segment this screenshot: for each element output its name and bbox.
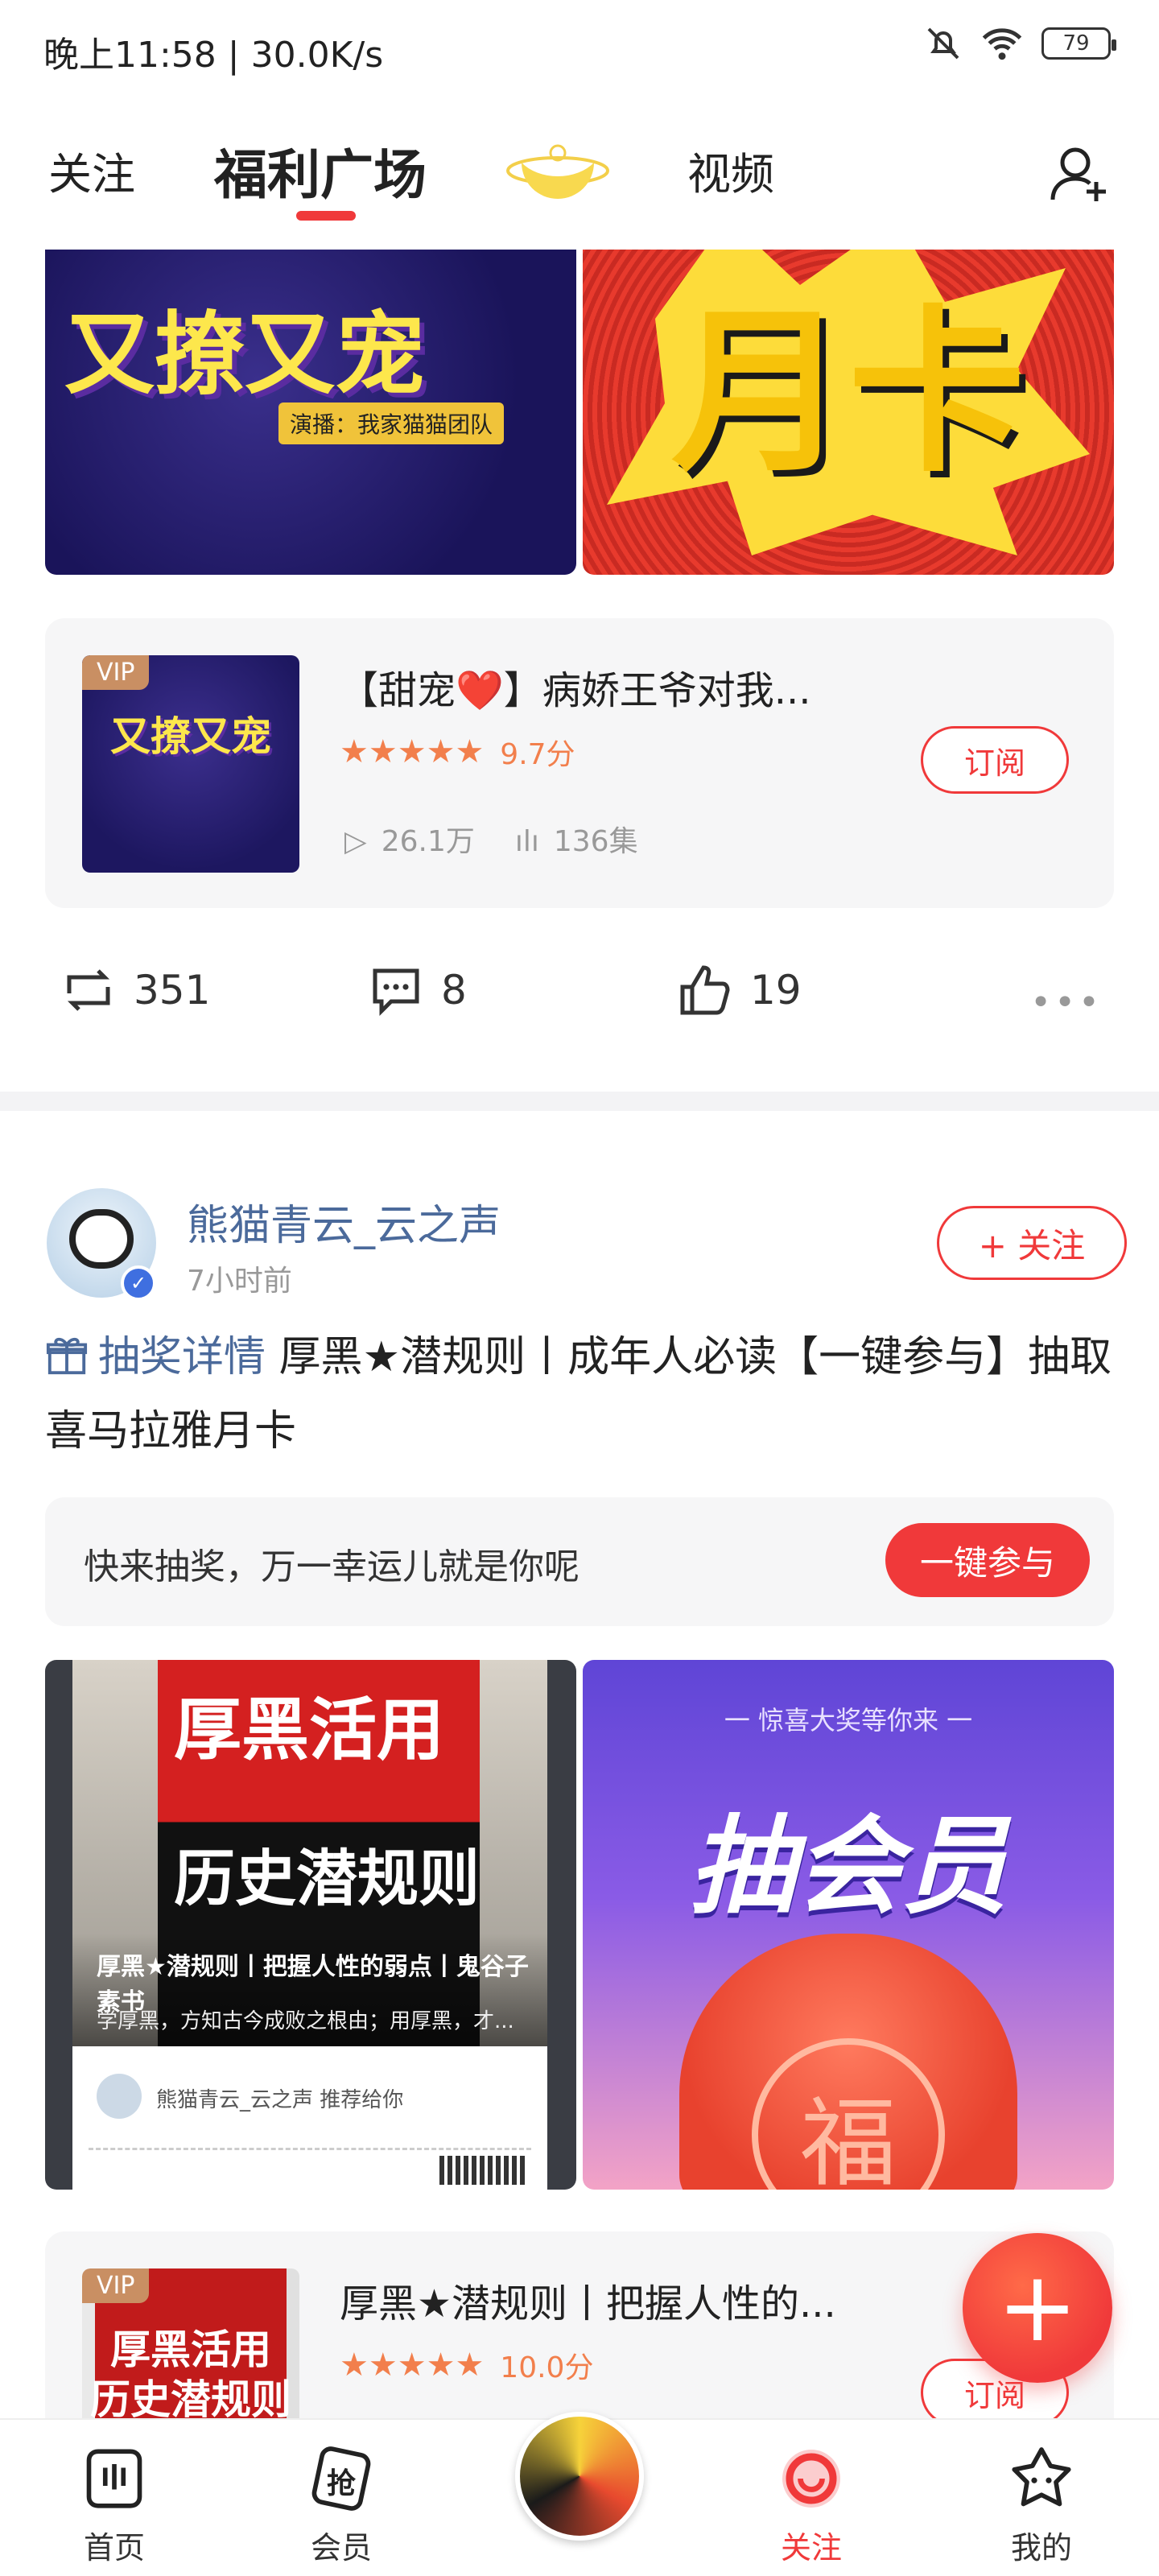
- play-icon: ▷: [344, 825, 367, 858]
- subscribe-button[interactable]: 订阅: [921, 726, 1069, 794]
- rating-stars: ★★★★★ 9.7分: [340, 731, 575, 773]
- post-text: 抽奖详情 厚黑★潜规则丨成年人必读【一键参与】抽取喜马拉雅月卡: [45, 1320, 1116, 1468]
- moon-festival-icon[interactable]: [505, 130, 610, 211]
- follow-button[interactable]: + 关注: [937, 1206, 1127, 1280]
- follow-active-icon: [782, 2450, 840, 2508]
- like-count: 19: [750, 967, 802, 1013]
- vip-badge-2: VIP: [82, 2268, 150, 2303]
- home-icon: [86, 2449, 142, 2508]
- banner-subtitle: 演播：我家猫猫团队: [278, 402, 505, 444]
- more-options-icon[interactable]: •••: [1030, 982, 1103, 1023]
- bell-muted-icon: [927, 27, 959, 60]
- wifi-icon: [982, 28, 1022, 60]
- tab-welfare-square[interactable]: 福利广场: [214, 132, 427, 209]
- section-divider: [0, 1092, 1159, 1111]
- top-nav: 关注 福利广场 视频: [0, 121, 1159, 242]
- thumbs-up-icon: [680, 965, 730, 1015]
- play-count: ▷ 26.1万: [344, 818, 475, 860]
- bottom-tab-label: 关注: [780, 2530, 842, 2566]
- monthly-card-text: 月卡: [671, 287, 1026, 496]
- panda-avatar-face: [69, 1209, 134, 1269]
- audio-wave-icon: ılı: [514, 825, 539, 858]
- book-title-line1: 厚黑活用: [174, 1690, 445, 1769]
- drama-cover-image[interactable]: 又撩又宠 演播：我家猫猫团队: [45, 250, 576, 575]
- lottery-prompt: 快来抽奖，万一幸运儿就是你呢: [84, 1546, 580, 1587]
- like-button[interactable]: 19: [676, 961, 802, 1019]
- lottery-image-title: 抽会员: [689, 1805, 1008, 1929]
- profile-star-icon: [1012, 2447, 1071, 2507]
- post-image-row: 厚黑活用 历史潜规则 厚黑★潜规则丨把握人性的弱点丨鬼谷子 素书 学厚黑，方知古…: [45, 1660, 1114, 2190]
- bottom-tab-label: 会员: [310, 2530, 372, 2566]
- bottom-tab-vip[interactable]: 抢 会员: [269, 2420, 414, 2576]
- rating-score: 9.7分: [500, 738, 575, 771]
- post-image-row-top: 又撩又宠 演播：我家猫猫团队 月卡: [45, 250, 1114, 575]
- verified-badge-icon: ✓: [121, 1265, 156, 1301]
- recommender-avatar: [97, 2074, 142, 2119]
- grab-ticket-icon: 抢: [311, 2446, 371, 2511]
- active-tab-indicator: [296, 211, 356, 221]
- repost-count: 351: [134, 967, 211, 1013]
- cover-art-text: 又撩又宠: [110, 713, 271, 760]
- gift-icon: [46, 1337, 88, 1375]
- lottery-card: 快来抽奖，万一幸运儿就是你呢 一键参与: [45, 1497, 1114, 1626]
- star-icon: ★★★★★: [340, 2347, 485, 2384]
- add-friend-icon[interactable]: [1048, 140, 1112, 204]
- author-name[interactable]: 熊猫青云_云之声: [187, 1191, 501, 1252]
- star-icon: ★★★★★: [340, 733, 485, 770]
- episode-count: ılı 136集: [515, 818, 638, 860]
- monthly-card-image[interactable]: 月卡: [583, 250, 1114, 575]
- post-time: 7小时前: [187, 1265, 292, 1298]
- lottery-member-image[interactable]: 一 惊喜大奖等你来 一 抽会员 福: [583, 1660, 1114, 2190]
- status-time: 晚上11:58 | 30.0K/s: [43, 35, 384, 76]
- comment-icon: [373, 968, 419, 1017]
- album-card[interactable]: VIP 又撩又宠 【甜宠❤️】病娇王爷对我... ★★★★★ 9.7分 ▷ 26.…: [45, 618, 1114, 908]
- album-cover: VIP 又撩又宠: [82, 655, 299, 873]
- bottom-tab-label: 首页: [83, 2530, 145, 2566]
- post-actions: 351 8 19 •••: [45, 950, 1114, 1038]
- rating-score-2: 10.0分: [500, 2351, 594, 2384]
- book-description: 学厚黑，方知古今成败之根由；用厚黑，才...: [97, 2009, 514, 2033]
- episode-count-value: 136集: [553, 825, 638, 858]
- book-title-line2: 历史潜规则: [174, 1843, 480, 1914]
- lottery-image-tagline: 一 惊喜大奖等你来 一: [724, 1705, 973, 1736]
- album-title-2: 厚黑★潜规则丨把握人性的...: [340, 2281, 836, 2326]
- rating-stars-2: ★★★★★ 10.0分: [340, 2344, 593, 2386]
- vip-badge: VIP: [82, 655, 150, 690]
- repost-icon: [67, 969, 110, 1011]
- now-playing-disc[interactable]: [515, 2412, 644, 2541]
- bottom-tab-label: 我的: [1010, 2530, 1072, 2566]
- battery-indicator: 79: [1041, 27, 1116, 60]
- play-count-value: 26.1万: [381, 825, 475, 858]
- recommend-text: 熊猫青云_云之声 推荐给你: [156, 2088, 404, 2112]
- comment-count: 8: [441, 967, 467, 1013]
- status-icons: 79: [924, 24, 1116, 63]
- book-share-image[interactable]: 厚黑活用 历史潜规则 厚黑★潜规则丨把握人性的弱点丨鬼谷子 素书 学厚黑，方知古…: [45, 1660, 576, 2190]
- tab-video[interactable]: 视频: [687, 138, 774, 202]
- status-bar: 晚上11:58 | 30.0K/s 79: [0, 0, 1159, 97]
- album-title: 【甜宠❤️】病娇王爷对我...: [340, 668, 811, 713]
- cover-art-text-2: 厚黑活用 历史潜规则: [90, 2326, 291, 2423]
- lottery-details-link[interactable]: 抽奖详情: [45, 1333, 266, 1381]
- lottery-details-label: 抽奖详情: [98, 1333, 266, 1381]
- album-meta: ▷ 26.1万 ılı 136集: [344, 818, 638, 860]
- tab-follow[interactable]: 关注: [48, 138, 135, 202]
- comment-button[interactable]: 8: [367, 961, 467, 1019]
- bottom-tab-me[interactable]: 我的: [969, 2420, 1114, 2576]
- join-lottery-button[interactable]: 一键参与: [885, 1523, 1090, 1597]
- repost-button[interactable]: 351: [60, 961, 210, 1019]
- bottom-tab-home[interactable]: 首页: [42, 2420, 187, 2576]
- create-post-button[interactable]: +: [963, 2233, 1112, 2383]
- qr-code-icon: [439, 2156, 528, 2185]
- plus-icon: +: [996, 2252, 1079, 2363]
- share-card-footer: 熊猫青云_云之声 推荐给你: [72, 2046, 547, 2190]
- banner-title: 又撩又宠: [64, 302, 425, 407]
- dashed-divider: [89, 2148, 531, 2150]
- bottom-tab-follow[interactable]: 关注: [739, 2420, 884, 2576]
- svg-text:抢: 抢: [327, 2467, 357, 2500]
